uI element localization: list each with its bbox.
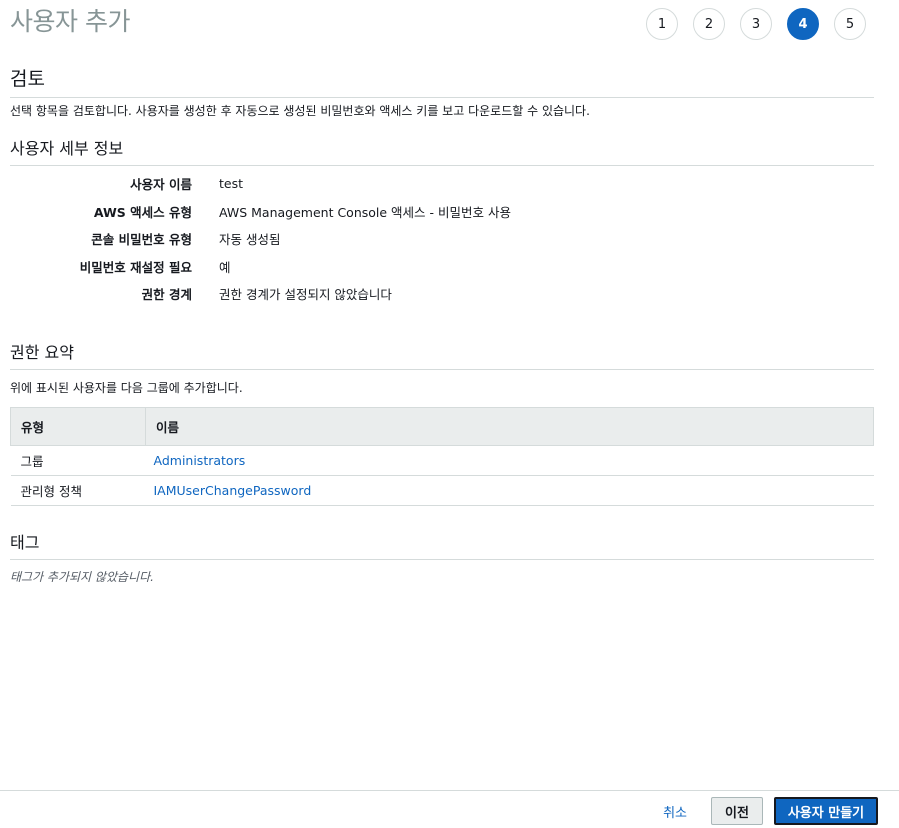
user-details-heading: 사용자 세부 정보 <box>10 135 874 166</box>
detail-row-reset-required: 비밀번호 재설정 필요 예 <box>10 253 874 281</box>
previous-button[interactable]: 이전 <box>711 797 763 825</box>
table-row: 관리형 정책 IAMUserChangePassword <box>10 475 874 506</box>
detail-value: 예 <box>219 259 231 275</box>
row-type: 그룹 <box>10 445 146 476</box>
detail-label: 권한 경계 <box>141 287 192 303</box>
detail-value: 권한 경계가 설정되지 않았습니다 <box>219 287 392 303</box>
page-title: 사용자 추가 <box>10 7 130 36</box>
detail-label: 비밀번호 재설정 필요 <box>79 259 192 275</box>
column-header-name[interactable]: 이름 <box>145 406 874 446</box>
column-header-type[interactable]: 유형 <box>10 406 146 446</box>
row-type: 관리형 정책 <box>10 475 146 506</box>
table-header-row: 유형 이름 <box>10 406 874 446</box>
detail-label: AWS 액세스 유형 <box>93 204 192 220</box>
tags-heading: 태그 <box>10 529 874 560</box>
footer-actions: 취소 이전 사용자 만들기 <box>663 797 878 825</box>
footer-divider <box>0 790 899 791</box>
review-description: 선택 항목을 검토합니다. 사용자를 생성한 후 자동으로 생성된 비밀번호와 … <box>10 104 590 118</box>
detail-value: test <box>219 176 244 192</box>
group-link[interactable]: Administrators <box>154 453 246 468</box>
policy-link[interactable]: IAMUserChangePassword <box>154 483 312 498</box>
row-name: Administrators <box>145 445 874 476</box>
step-2[interactable]: 2 <box>693 8 725 40</box>
detail-value: 자동 생성됨 <box>219 232 281 248</box>
table-row: 그룹 Administrators <box>10 445 874 476</box>
detail-row-access-type: AWS 액세스 유형 AWS Management Console 액세스 - … <box>10 198 874 226</box>
step-1[interactable]: 1 <box>646 8 678 40</box>
cancel-button[interactable]: 취소 <box>663 802 687 821</box>
step-5[interactable]: 5 <box>834 8 866 40</box>
detail-label: 사용자 이름 <box>130 177 192 193</box>
review-content: 검토 선택 항목을 검토합니다. 사용자를 생성한 후 자동으로 생성된 비밀번… <box>10 64 874 585</box>
row-name: IAMUserChangePassword <box>145 475 874 506</box>
permissions-table: 유형 이름 그룹 Administrators 관리형 정책 IAMUserCh… <box>10 406 874 506</box>
detail-row-username: 사용자 이름 test <box>10 170 874 198</box>
step-3[interactable]: 3 <box>740 8 772 40</box>
detail-row-password-type: 콘솔 비밀번호 유형 자동 생성됨 <box>10 225 874 253</box>
permissions-description: 위에 표시된 사용자를 다음 그룹에 추가합니다. <box>10 380 243 395</box>
review-heading: 검토 <box>10 64 874 98</box>
step-4-active[interactable]: 4 <box>787 8 819 40</box>
detail-value: AWS Management Console 액세스 - 비밀번호 사용 <box>219 204 511 220</box>
create-user-button[interactable]: 사용자 만들기 <box>774 797 878 825</box>
tags-empty-text: 태그가 추가되지 않았습니다. <box>10 569 154 584</box>
detail-label: 콘솔 비밀번호 유형 <box>91 232 192 248</box>
wizard-steps: 1 2 3 4 5 <box>646 8 866 40</box>
permissions-heading: 권한 요약 <box>10 339 874 370</box>
detail-row-permission-boundary: 권한 경계 권한 경계가 설정되지 않았습니다 <box>10 280 874 308</box>
user-details-list: 사용자 이름 test AWS 액세스 유형 AWS Management Co… <box>10 170 874 308</box>
